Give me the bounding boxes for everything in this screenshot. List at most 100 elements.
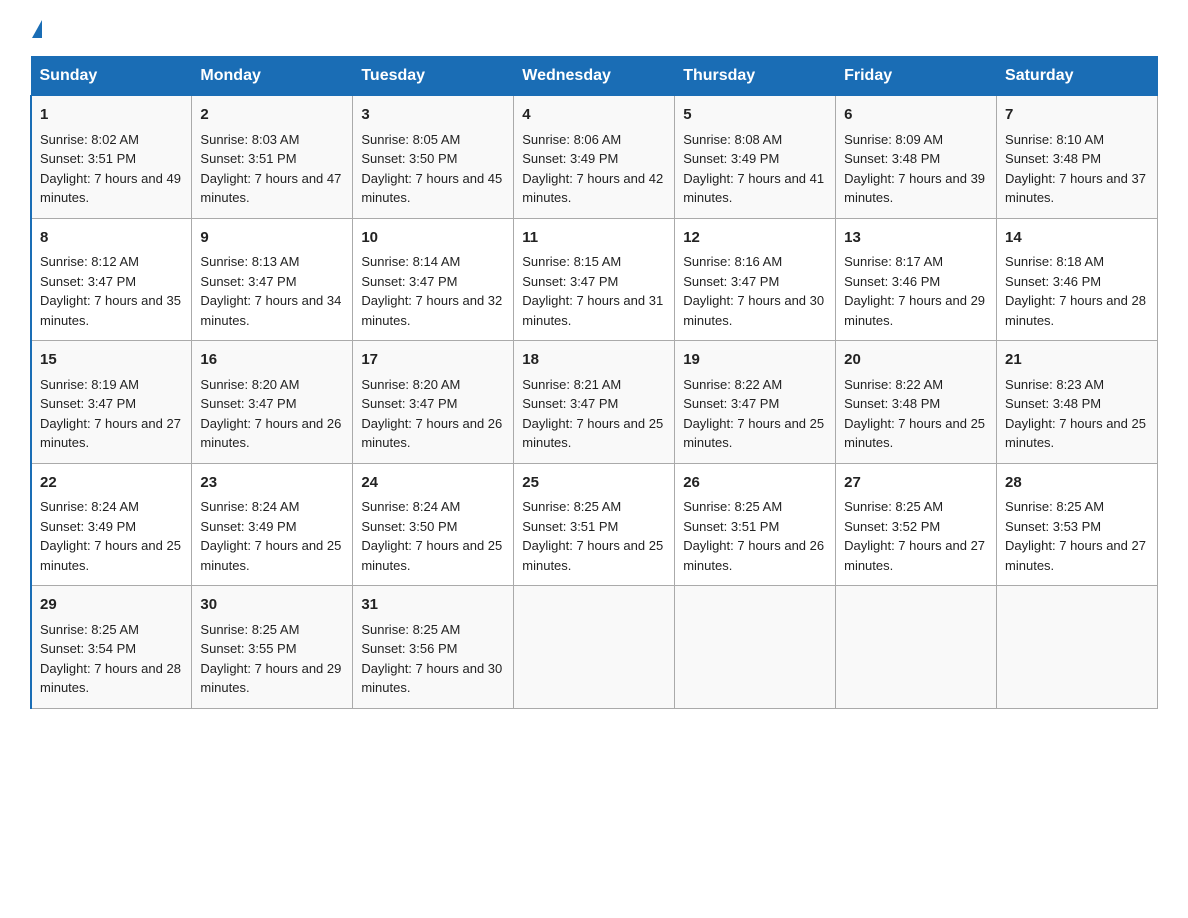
day-info: Sunrise: 8:20 AMSunset: 3:47 PMDaylight:… (361, 375, 505, 453)
day-cell-18: 18Sunrise: 8:21 AMSunset: 3:47 PMDayligh… (514, 341, 675, 464)
day-cell-23: 23Sunrise: 8:24 AMSunset: 3:49 PMDayligh… (192, 463, 353, 586)
day-info: Sunrise: 8:14 AMSunset: 3:47 PMDaylight:… (361, 252, 505, 330)
day-info: Sunrise: 8:25 AMSunset: 3:55 PMDaylight:… (200, 620, 344, 698)
day-info: Sunrise: 8:25 AMSunset: 3:51 PMDaylight:… (522, 497, 666, 575)
day-info: Sunrise: 8:06 AMSunset: 3:49 PMDaylight:… (522, 130, 666, 208)
day-cell-28: 28Sunrise: 8:25 AMSunset: 3:53 PMDayligh… (997, 463, 1158, 586)
day-info: Sunrise: 8:25 AMSunset: 3:52 PMDaylight:… (844, 497, 988, 575)
day-info: Sunrise: 8:05 AMSunset: 3:50 PMDaylight:… (361, 130, 505, 208)
day-cell-22: 22Sunrise: 8:24 AMSunset: 3:49 PMDayligh… (31, 463, 192, 586)
day-info: Sunrise: 8:18 AMSunset: 3:46 PMDaylight:… (1005, 252, 1149, 330)
day-cell-12: 12Sunrise: 8:16 AMSunset: 3:47 PMDayligh… (675, 218, 836, 341)
day-info: Sunrise: 8:09 AMSunset: 3:48 PMDaylight:… (844, 130, 988, 208)
day-number: 18 (522, 349, 666, 372)
day-info: Sunrise: 8:25 AMSunset: 3:54 PMDaylight:… (40, 620, 183, 698)
day-cell-4: 4 Sunrise: 8:06 AMSunset: 3:49 PMDaylight… (514, 96, 675, 219)
week-row-1: 1 Sunrise: 8:02 AMSunset: 3:51 PMDaylight… (31, 96, 1158, 219)
header-friday: Friday (836, 57, 997, 96)
page-header (30, 20, 1158, 38)
day-info: Sunrise: 8:25 AMSunset: 3:56 PMDaylight:… (361, 620, 505, 698)
calendar-table: SundayMondayTuesdayWednesdayThursdayFrid… (30, 56, 1158, 709)
day-cell-26: 26Sunrise: 8:25 AMSunset: 3:51 PMDayligh… (675, 463, 836, 586)
day-cell-2: 2 Sunrise: 8:03 AMSunset: 3:51 PMDaylight… (192, 96, 353, 219)
week-row-3: 15Sunrise: 8:19 AMSunset: 3:47 PMDayligh… (31, 341, 1158, 464)
day-cell-29: 29 Sunrise: 8:25 AMSunset: 3:54 PMDayligh… (31, 586, 192, 709)
day-number: 19 (683, 349, 827, 372)
day-number: 15 (40, 349, 183, 372)
day-number: 16 (200, 349, 344, 372)
day-number: 9 (200, 227, 344, 250)
day-number: 23 (200, 472, 344, 495)
day-number: 27 (844, 472, 988, 495)
day-number: 20 (844, 349, 988, 372)
day-cell-7: 7Sunrise: 8:10 AMSunset: 3:48 PMDaylight… (997, 96, 1158, 219)
day-number: 26 (683, 472, 827, 495)
day-info: Sunrise: 8:02 AMSunset: 3:51 PMDaylight:… (40, 130, 183, 208)
day-cell-15: 15Sunrise: 8:19 AMSunset: 3:47 PMDayligh… (31, 341, 192, 464)
day-cell-13: 13Sunrise: 8:17 AMSunset: 3:46 PMDayligh… (836, 218, 997, 341)
day-info: Sunrise: 8:22 AMSunset: 3:47 PMDaylight:… (683, 375, 827, 453)
day-cell-30: 30Sunrise: 8:25 AMSunset: 3:55 PMDayligh… (192, 586, 353, 709)
day-number: 8 (40, 227, 183, 250)
day-cell-10: 10Sunrise: 8:14 AMSunset: 3:47 PMDayligh… (353, 218, 514, 341)
header-sunday: Sunday (31, 57, 192, 96)
day-cell-27: 27Sunrise: 8:25 AMSunset: 3:52 PMDayligh… (836, 463, 997, 586)
day-number: 28 (1005, 472, 1149, 495)
day-number: 22 (40, 472, 183, 495)
day-info: Sunrise: 8:08 AMSunset: 3:49 PMDaylight:… (683, 130, 827, 208)
day-cell-3: 3 Sunrise: 8:05 AMSunset: 3:50 PMDaylight… (353, 96, 514, 219)
day-number: 10 (361, 227, 505, 250)
day-number: 7 (1005, 104, 1149, 127)
day-cell-24: 24Sunrise: 8:24 AMSunset: 3:50 PMDayligh… (353, 463, 514, 586)
day-info: Sunrise: 8:16 AMSunset: 3:47 PMDaylight:… (683, 252, 827, 330)
logo-triangle-icon (32, 20, 42, 38)
header-thursday: Thursday (675, 57, 836, 96)
day-cell-21: 21 Sunrise: 8:23 AMSunset: 3:48 PMDayligh… (997, 341, 1158, 464)
day-number: 24 (361, 472, 505, 495)
day-number: 29 (40, 594, 183, 617)
day-info: Sunrise: 8:25 AMSunset: 3:53 PMDaylight:… (1005, 497, 1149, 575)
day-number: 21 (1005, 349, 1149, 372)
empty-cell (514, 586, 675, 709)
day-number: 6 (844, 104, 988, 127)
day-cell-5: 5Sunrise: 8:08 AMSunset: 3:49 PMDaylight… (675, 96, 836, 219)
day-cell-17: 17 Sunrise: 8:20 AMSunset: 3:47 PMDayligh… (353, 341, 514, 464)
day-info: Sunrise: 8:24 AMSunset: 3:50 PMDaylight:… (361, 497, 505, 575)
day-number: 17 (361, 349, 505, 372)
day-number: 31 (361, 594, 505, 617)
day-cell-6: 6 Sunrise: 8:09 AMSunset: 3:48 PMDaylight… (836, 96, 997, 219)
day-number: 12 (683, 227, 827, 250)
day-number: 1 (40, 104, 183, 127)
day-cell-31: 31 Sunrise: 8:25 AMSunset: 3:56 PMDayligh… (353, 586, 514, 709)
day-number: 4 (522, 104, 666, 127)
day-cell-1: 1 Sunrise: 8:02 AMSunset: 3:51 PMDaylight… (31, 96, 192, 219)
week-row-5: 29 Sunrise: 8:25 AMSunset: 3:54 PMDayligh… (31, 586, 1158, 709)
day-info: Sunrise: 8:12 AMSunset: 3:47 PMDaylight:… (40, 252, 183, 330)
day-info: Sunrise: 8:15 AMSunset: 3:47 PMDaylight:… (522, 252, 666, 330)
calendar-header-row: SundayMondayTuesdayWednesdayThursdayFrid… (31, 57, 1158, 96)
empty-cell (675, 586, 836, 709)
day-info: Sunrise: 8:24 AMSunset: 3:49 PMDaylight:… (200, 497, 344, 575)
day-number: 11 (522, 227, 666, 250)
logo-text (30, 20, 42, 40)
day-number: 2 (200, 104, 344, 127)
week-row-2: 8Sunrise: 8:12 AMSunset: 3:47 PMDaylight… (31, 218, 1158, 341)
day-info: Sunrise: 8:17 AMSunset: 3:46 PMDaylight:… (844, 252, 988, 330)
day-number: 3 (361, 104, 505, 127)
day-info: Sunrise: 8:03 AMSunset: 3:51 PMDaylight:… (200, 130, 344, 208)
logo (30, 20, 42, 38)
day-info: Sunrise: 8:23 AMSunset: 3:48 PMDaylight:… (1005, 375, 1149, 453)
empty-cell (836, 586, 997, 709)
day-number: 14 (1005, 227, 1149, 250)
day-cell-14: 14Sunrise: 8:18 AMSunset: 3:46 PMDayligh… (997, 218, 1158, 341)
day-number: 25 (522, 472, 666, 495)
day-info: Sunrise: 8:24 AMSunset: 3:49 PMDaylight:… (40, 497, 183, 575)
day-cell-20: 20Sunrise: 8:22 AMSunset: 3:48 PMDayligh… (836, 341, 997, 464)
day-cell-25: 25Sunrise: 8:25 AMSunset: 3:51 PMDayligh… (514, 463, 675, 586)
header-monday: Monday (192, 57, 353, 96)
day-info: Sunrise: 8:13 AMSunset: 3:47 PMDaylight:… (200, 252, 344, 330)
header-tuesday: Tuesday (353, 57, 514, 96)
header-wednesday: Wednesday (514, 57, 675, 96)
week-row-4: 22Sunrise: 8:24 AMSunset: 3:49 PMDayligh… (31, 463, 1158, 586)
header-saturday: Saturday (997, 57, 1158, 96)
